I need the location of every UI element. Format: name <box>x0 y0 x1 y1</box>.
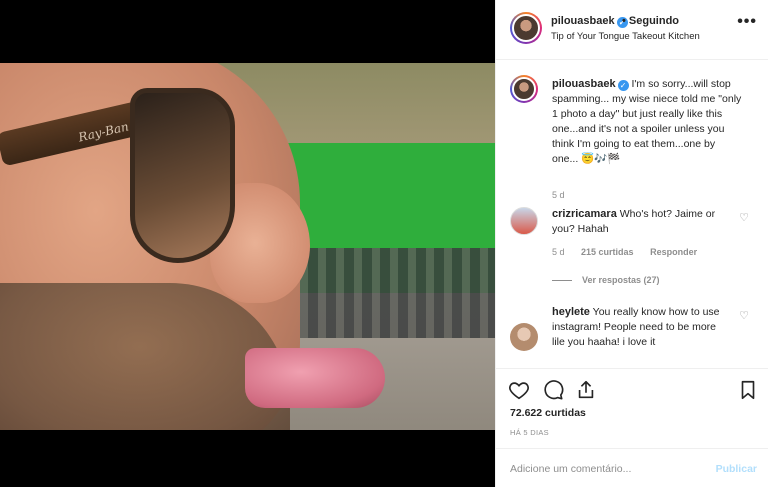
following-button[interactable]: • Seguindo <box>622 15 679 27</box>
comment-meta: 5 d 215 curtidas Responder <box>552 247 711 257</box>
likes-count[interactable]: 72.622 curtidas <box>510 407 586 419</box>
publish-button[interactable]: Publicar <box>716 463 757 475</box>
post-side-panel: pilouasbaek ✓ • Seguindo Tip of Your Tong… <box>495 0 768 487</box>
add-comment-bar: Adicione um comentário... Publicar <box>496 448 768 487</box>
header-username[interactable]: pilouasbaek ✓ <box>551 15 628 28</box>
comment-input[interactable]: Adicione um comentário... <box>510 463 631 475</box>
avatar[interactable] <box>510 207 538 235</box>
caption-username[interactable]: pilouasbaek <box>552 78 616 90</box>
caption-meta: 5 d <box>552 190 579 200</box>
comment-likes[interactable]: 215 curtidas <box>581 247 634 257</box>
photo-soldiers <box>290 248 495 338</box>
avatar[interactable] <box>510 75 538 103</box>
like-comment-heart-icon[interactable]: ♡ <box>739 309 749 322</box>
view-replies-button[interactable]: Ver respostas (27) <box>552 275 660 285</box>
comment-username[interactable]: crizricamara <box>552 208 617 220</box>
verified-icon: ✓ <box>617 80 629 91</box>
reply-button[interactable]: Responder <box>650 247 697 257</box>
post-header: pilouasbaek ✓ • Seguindo Tip of Your Tong… <box>496 0 768 60</box>
bookmark-icon[interactable] <box>737 379 759 401</box>
action-bar <box>496 368 768 408</box>
heart-icon[interactable] <box>508 379 530 401</box>
comment-body: heylete You really know how to use insta… <box>552 305 730 350</box>
comment-username[interactable]: heylete <box>552 306 590 318</box>
post-photo[interactable]: Ray-Ban <box>0 63 495 430</box>
comment-body: crizricamara Who's hot? Jaime or you? Ha… <box>552 207 730 237</box>
caption-body: pilouasbaek ✓ I'm so sorry...will stop sp… <box>552 77 742 167</box>
share-icon[interactable] <box>575 379 597 401</box>
avatar[interactable] <box>510 323 538 351</box>
photo-glasses-lens <box>130 88 235 263</box>
photo-tongue <box>245 348 385 408</box>
comments-list[interactable]: pilouasbaek ✓ I'm so sorry...will stop sp… <box>496 61 768 368</box>
comment-time[interactable]: 5 d <box>552 247 565 257</box>
more-options-icon[interactable]: ••• <box>737 13 757 31</box>
location-link[interactable]: Tip of Your Tongue Takeout Kitchen <box>551 31 700 42</box>
caption-time[interactable]: 5 d <box>552 190 565 200</box>
avatar[interactable] <box>510 12 542 44</box>
like-comment-heart-icon[interactable]: ♡ <box>739 211 749 224</box>
caption-text: I'm so sorry...will stop spamming... my … <box>552 78 742 165</box>
comment-icon[interactable] <box>542 379 564 401</box>
post-date[interactable]: HÁ 5 DIAS <box>510 428 549 437</box>
divider <box>552 280 572 282</box>
